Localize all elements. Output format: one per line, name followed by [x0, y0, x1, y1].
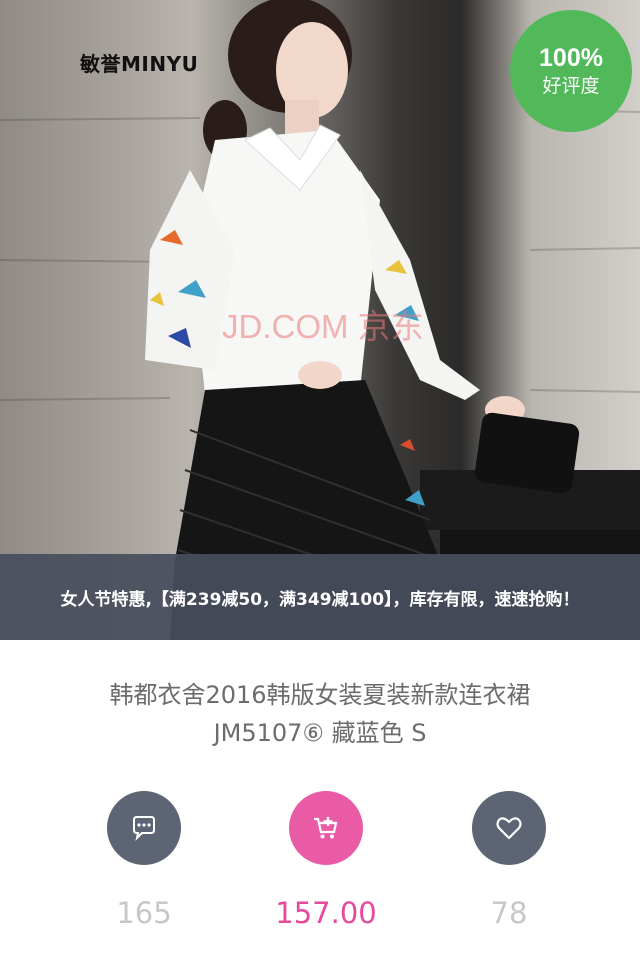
rating-badge: 100% 好评度 [510, 10, 632, 132]
heart-icon [496, 817, 522, 840]
add-to-cart-button[interactable] [289, 791, 363, 865]
favorite-button[interactable] [472, 791, 546, 865]
watermark: JD.COM 京东 [222, 308, 424, 345]
comment-button[interactable] [107, 791, 181, 865]
product-title: 韩都衣舍2016韩版女装夏装新款连衣裙 JM5107⑥ 藏蓝色 S [40, 676, 600, 752]
product-image: 敏誉MINYU JD.COM 京东 100% 好评度 女人节特惠,【满239减5… [0, 0, 640, 640]
price: 157.00 [275, 896, 377, 930]
favorite-count: 78 [490, 896, 528, 930]
promo-banner: 女人节特惠,【满239减50，满349减100】，库存有限，速速抢购！ [0, 554, 640, 640]
promo-text: 女人节特惠,【满239减50，满349减100】，库存有限，速速抢购！ [60, 589, 580, 610]
comment-icon [133, 816, 155, 842]
product-title-line2: JM5107⑥ 藏蓝色 S [213, 719, 427, 747]
rating-value: 100% [539, 44, 603, 72]
comment-count: 165 [116, 896, 172, 930]
add-to-cart-icon [314, 817, 338, 839]
rating-label: 好评度 [542, 75, 600, 97]
brand-logo: 敏誉MINYU [80, 52, 199, 76]
product-title-line1: 韩都衣舍2016韩版女装夏装新款连衣裙 [109, 681, 531, 709]
